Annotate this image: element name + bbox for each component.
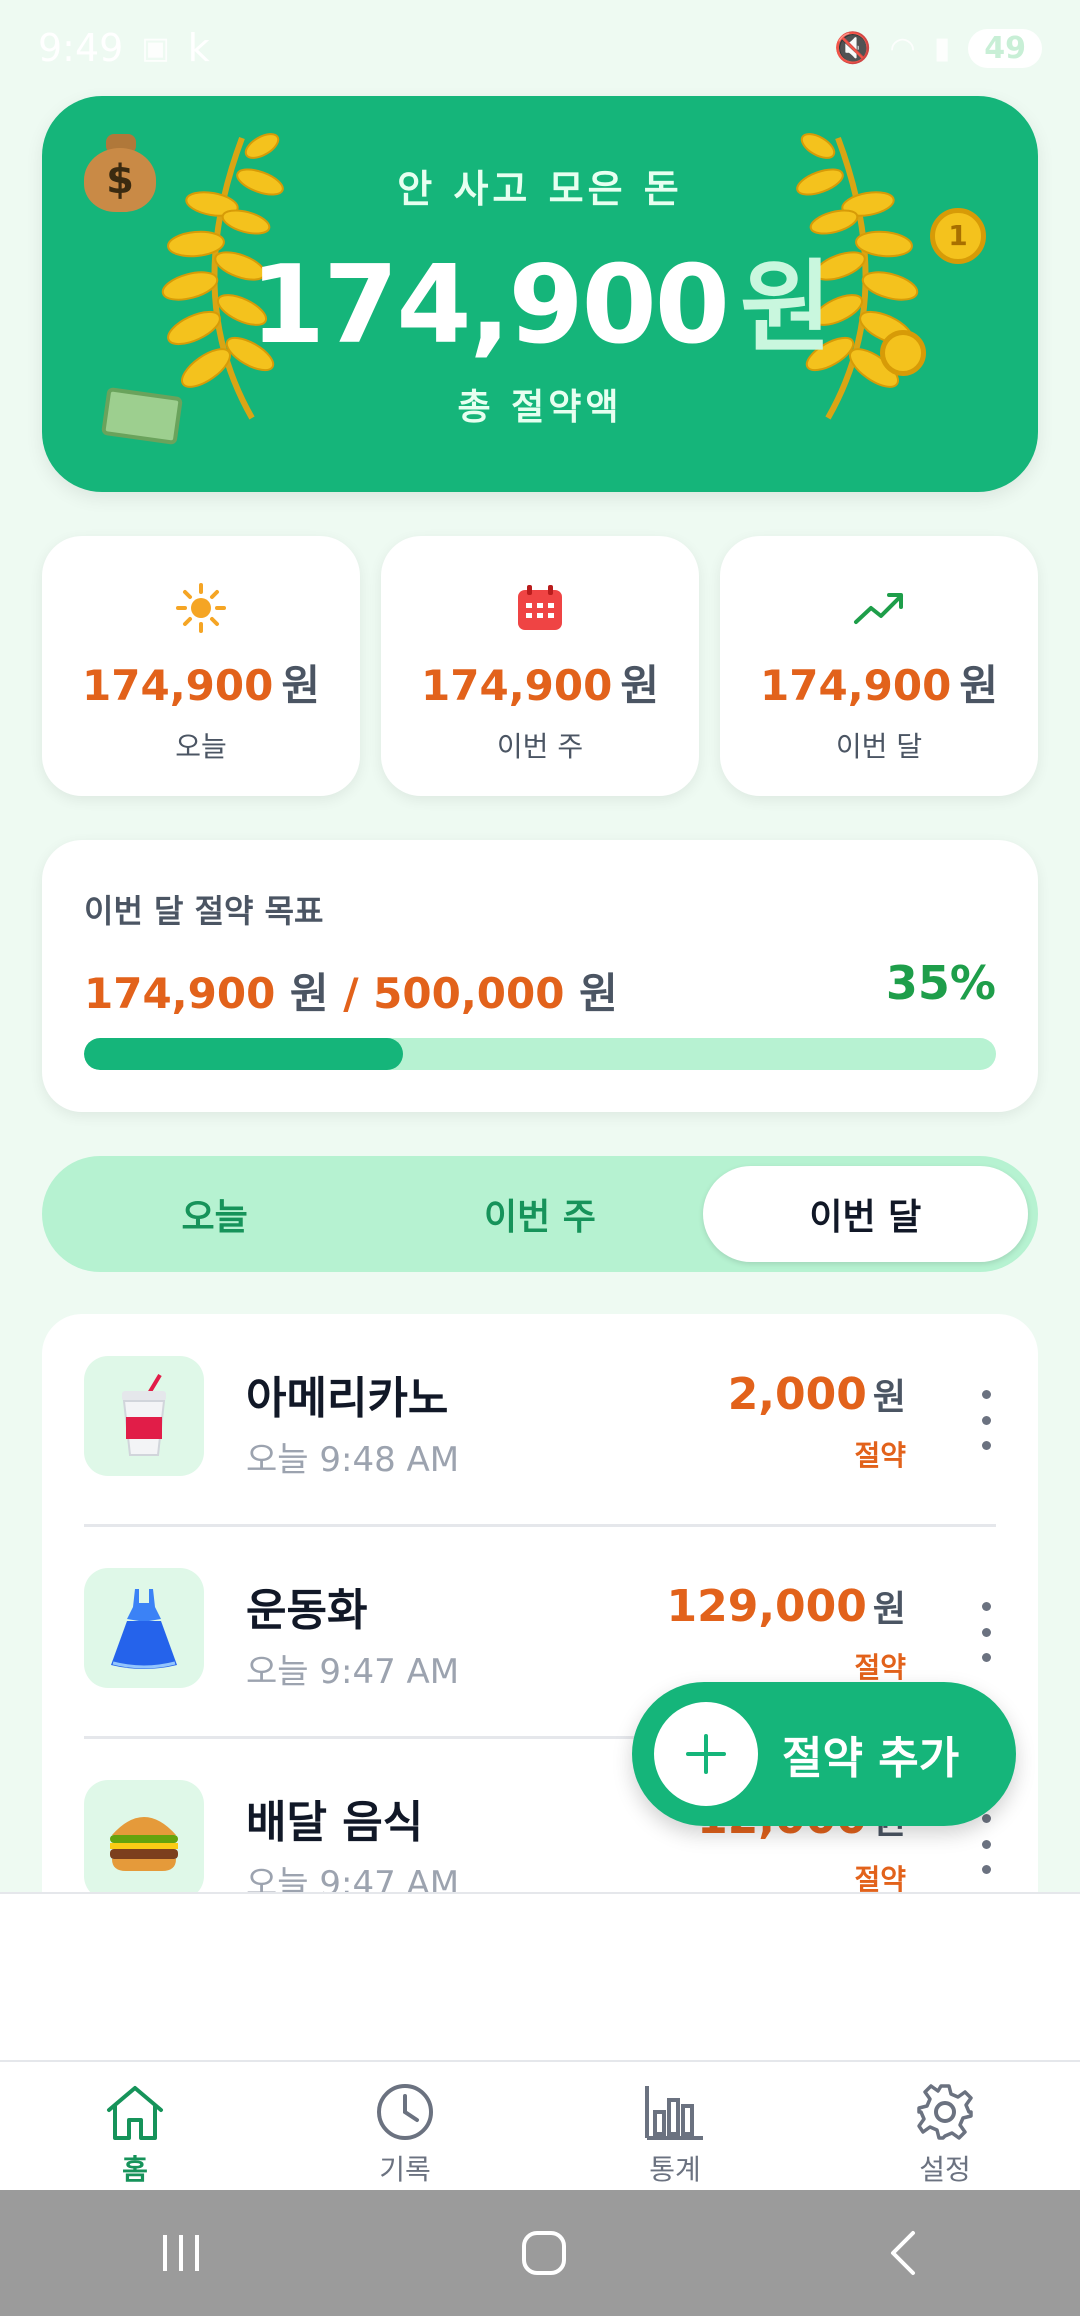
drink-icon xyxy=(122,1373,166,1456)
goal-percent: 35% xyxy=(885,956,996,1010)
item-name: 배달 음식 xyxy=(246,1797,424,1848)
more-options-icon[interactable] xyxy=(976,1390,996,1450)
tab-this-month[interactable]: 이번 달 xyxy=(702,1166,1028,1262)
tab-this-week[interactable]: 이번 주 xyxy=(377,1166,702,1262)
item-status: 절약 xyxy=(854,1863,906,1894)
item-name: 아메리카노 xyxy=(246,1373,449,1424)
nav-settings-label: 설정 xyxy=(919,2153,971,2186)
summary-amount-value: 174,900 xyxy=(82,661,274,710)
summary-card-month[interactable]: 174,900 원 이번 달 xyxy=(720,536,1038,796)
item-amount-value: 129,000 xyxy=(666,1581,867,1632)
status-bar: 9:49 ▣ k 🔇 ◠ ▮ 49 xyxy=(0,0,1080,96)
summary-amount: 174,900 원 xyxy=(381,652,699,713)
item-amount-value: 2,000 xyxy=(727,1369,867,1420)
goal-current-unit: 원 xyxy=(289,969,329,1018)
total-amount-value: 174,900 xyxy=(250,243,730,368)
trend-up-icon xyxy=(854,593,903,624)
total-savings-card: $ 1 안 사고 모은 돈 174,900 원 총 절약액 xyxy=(42,96,1038,492)
item-status: 절약 xyxy=(854,1651,906,1684)
nav-stats[interactable]: 통계 xyxy=(540,2062,810,2190)
item-time: 오늘 9:47 AM xyxy=(246,1652,460,1692)
bar-chart-icon xyxy=(645,2086,703,2140)
sun-icon xyxy=(176,583,226,633)
goal-separator: / xyxy=(343,969,359,1018)
battery-indicator: 49 xyxy=(968,28,1042,68)
item-name: 운동화 xyxy=(246,1585,368,1636)
item-amount: 129,000 원 xyxy=(666,1580,906,1632)
item-status: 절약 xyxy=(854,1439,906,1472)
summary-amount-value: 174,900 xyxy=(421,661,613,710)
summary-card-week[interactable]: 174,900 원 이번 주 xyxy=(381,536,699,796)
hero-title: 안 사고 모은 돈 xyxy=(397,167,683,211)
nav-settings[interactable]: 설정 xyxy=(810,2062,1080,2190)
item-thumbnail xyxy=(84,1568,204,1688)
item-thumbnail xyxy=(84,1780,204,1894)
dress-icon xyxy=(111,1589,177,1669)
summary-amount-unit: 원 xyxy=(281,661,320,710)
summary-amount-unit: 원 xyxy=(959,661,998,710)
total-savings-amount: 174,900 원 xyxy=(42,226,1038,371)
home-icon xyxy=(107,2086,163,2140)
goal-progress-fill xyxy=(84,1038,404,1070)
monthly-goal-card[interactable]: 이번 달 절약 목표 174,900 원 / 500,000 원 35% xyxy=(42,840,1038,1112)
nav-stats-label: 통계 xyxy=(649,2153,701,2186)
plus-icon xyxy=(654,1702,758,1806)
signal-icon: ▮ xyxy=(933,30,951,66)
nav-history[interactable]: 기록 xyxy=(270,2062,540,2190)
total-amount-unit: 원 xyxy=(739,249,832,366)
summary-label: 오늘 xyxy=(175,730,227,763)
goal-target: 500,000 xyxy=(373,969,565,1018)
nav-history-label: 기록 xyxy=(379,2153,431,2186)
item-time: 오늘 9:47 AM xyxy=(246,1864,460,1894)
mute-icon: 🔇 xyxy=(834,30,872,66)
summary-card-today[interactable]: 174,900 원 오늘 xyxy=(42,536,360,796)
home-button-icon[interactable] xyxy=(520,2229,568,2277)
goal-title: 이번 달 절약 목표 xyxy=(84,892,324,930)
item-amount-unit: 원 xyxy=(872,1589,906,1630)
goal-progress-bar xyxy=(84,1038,996,1070)
empty-area xyxy=(0,1892,1080,2062)
summary-amount: 174,900 원 xyxy=(42,652,360,713)
nav-home[interactable]: 홈 xyxy=(0,2062,270,2190)
summary-label: 이번 주 xyxy=(496,730,584,763)
goal-amount: 174,900 원 / 500,000 원 xyxy=(84,960,618,1021)
calendar-icon xyxy=(518,585,562,630)
burger-icon xyxy=(110,1817,178,1871)
summary-amount-value: 174,900 xyxy=(760,661,952,710)
list-item[interactable]: 아메리카노 오늘 9:48 AM 2,000 원 절약 xyxy=(42,1314,1038,1526)
item-thumbnail xyxy=(84,1356,204,1476)
notification-icon: ▣ xyxy=(141,30,170,66)
hero-subtitle: 총 절약액 xyxy=(457,387,623,428)
tab-today[interactable]: 오늘 xyxy=(52,1166,377,1262)
summary-amount-unit: 원 xyxy=(620,661,659,710)
wifi-icon: ◠ xyxy=(889,30,916,66)
status-time: 9:49 xyxy=(38,26,124,70)
summary-label: 이번 달 xyxy=(835,730,923,763)
back-icon[interactable] xyxy=(883,2229,923,2277)
recent-apps-icon[interactable] xyxy=(157,2231,205,2275)
item-amount-unit: 원 xyxy=(872,1377,906,1418)
status-carrier-mark: k xyxy=(187,26,210,70)
item-amount: 2,000 원 xyxy=(728,1368,906,1420)
goal-target-unit: 원 xyxy=(579,969,618,1018)
clock-icon xyxy=(377,2084,433,2140)
bottom-navigation: 홈 기록 통계 설정 xyxy=(0,2060,1080,2190)
gear-icon xyxy=(917,2084,973,2140)
item-time: 오늘 9:48 AM xyxy=(246,1440,460,1480)
summary-amount: 174,900 원 xyxy=(720,652,1038,713)
system-navigation-bar xyxy=(0,2190,1080,2316)
period-tabs: 오늘 이번 주 이번 달 xyxy=(42,1156,1038,1272)
more-options-icon[interactable] xyxy=(976,1814,996,1874)
add-saving-button[interactable]: 절약 추가 xyxy=(632,1682,1016,1826)
add-saving-label: 절약 추가 xyxy=(782,1733,960,1784)
goal-current: 174,900 xyxy=(84,969,276,1018)
more-options-icon[interactable] xyxy=(976,1602,996,1662)
nav-home-label: 홈 xyxy=(122,2153,148,2186)
